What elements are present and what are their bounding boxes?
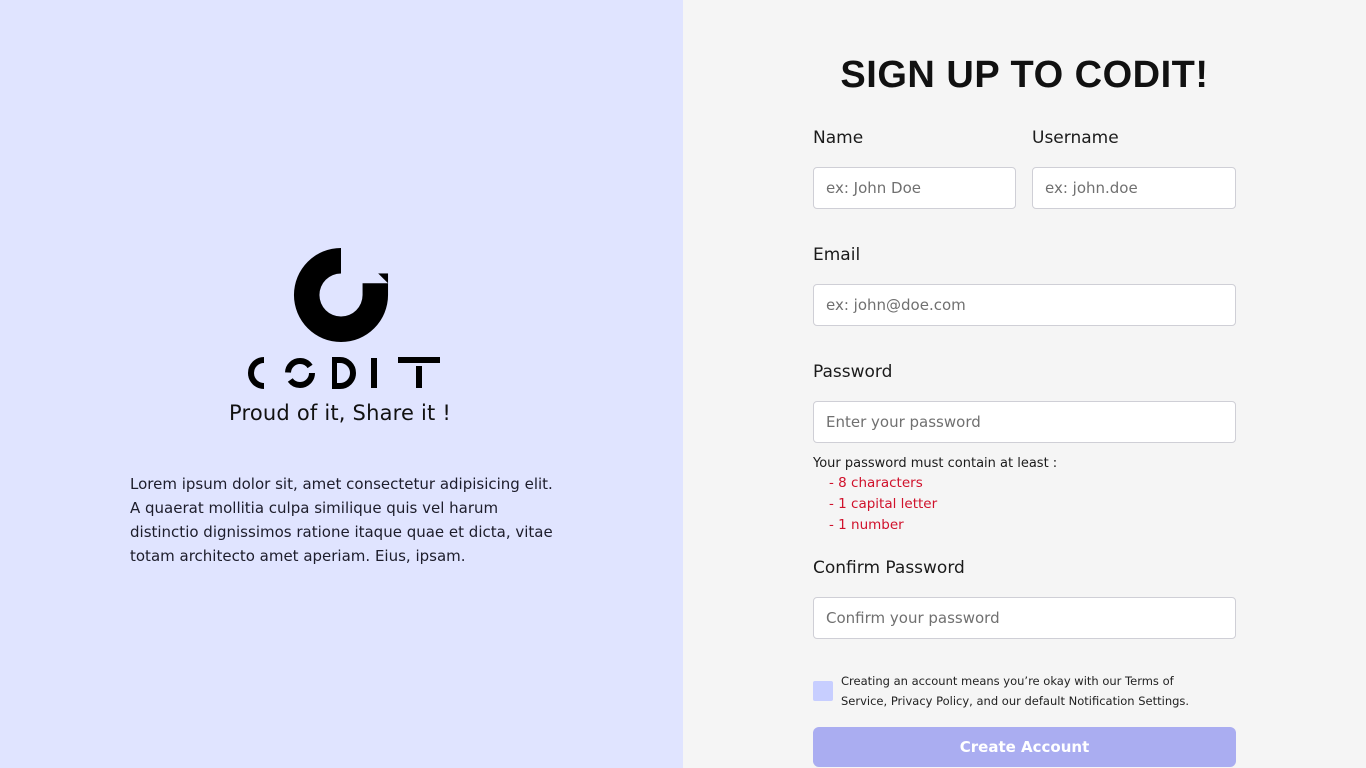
username-input[interactable] [1032, 167, 1236, 209]
username-label: Username [1032, 128, 1119, 148]
confirm-password-input[interactable] [813, 597, 1236, 639]
signup-page: Proud of it, Share it ! Lorem ipsum dolo… [0, 0, 1366, 768]
terms-checkbox[interactable] [813, 681, 833, 701]
password-rule: - 1 number [829, 517, 904, 533]
confirm-password-label: Confirm Password [813, 558, 965, 578]
branding-panel: Proud of it, Share it ! Lorem ipsum dolo… [0, 0, 683, 768]
name-input[interactable] [813, 167, 1016, 209]
signup-form-panel: SIGN UP TO CODIT! Name Username Email Pa… [683, 0, 1366, 768]
password-label: Password [813, 362, 893, 382]
codit-logo-icon [293, 247, 389, 343]
password-requirements-heading: Your password must contain at least : [813, 456, 1058, 471]
brand-tagline: Proud of it, Share it ! [228, 401, 451, 425]
terms-agreement-text: Creating an account means you’re okay wi… [841, 674, 1190, 708]
password-input[interactable] [813, 401, 1236, 443]
password-requirements: Your password must contain at least : - … [813, 455, 1113, 536]
email-label: Email [813, 245, 861, 265]
codit-wordmark [236, 350, 446, 396]
password-rule: - 8 characters [829, 475, 923, 491]
brand-intro-text: Lorem ipsum dolor sit, amet consectetur … [130, 475, 553, 565]
create-account-button[interactable]: Create Account [813, 727, 1236, 767]
name-label: Name [813, 128, 864, 148]
page-title: SIGN UP TO CODIT! [840, 54, 1209, 96]
email-input[interactable] [813, 284, 1236, 326]
password-rule: - 1 capital letter [829, 496, 938, 512]
